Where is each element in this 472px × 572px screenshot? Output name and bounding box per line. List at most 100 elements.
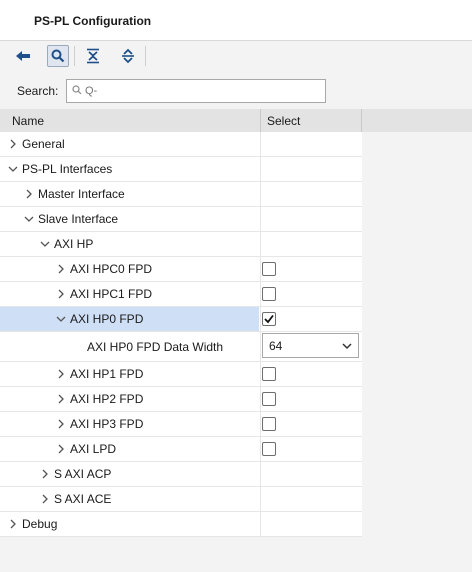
name-cell[interactable]: S AXI ACP xyxy=(0,462,259,486)
chevron-right-icon[interactable] xyxy=(24,189,34,199)
title-bar: PS-PL Configuration xyxy=(0,0,472,41)
name-cell[interactable]: S AXI ACE xyxy=(0,487,259,511)
name-cell[interactable]: Slave Interface xyxy=(0,207,259,231)
config-table: Name Select General PS-PL Interfaces Maste… xyxy=(0,109,472,572)
chevron-right-icon[interactable] xyxy=(56,289,66,299)
column-divider[interactable] xyxy=(361,109,362,132)
checkmark-icon xyxy=(264,314,274,324)
table-row[interactable]: AXI HPC0 FPD xyxy=(0,257,362,282)
toolbar xyxy=(0,41,472,73)
search-label: Search: xyxy=(17,84,59,98)
chevron-down-icon[interactable] xyxy=(56,314,66,324)
chevron-right-icon[interactable] xyxy=(56,419,66,429)
row-label: AXI HP0 FPD Data Width xyxy=(87,340,224,354)
name-cell[interactable]: PS-PL Interfaces xyxy=(0,157,259,181)
select-cell xyxy=(260,232,363,256)
table-row[interactable]: S AXI ACE xyxy=(0,487,362,512)
select-checkbox[interactable] xyxy=(262,417,276,431)
name-cell[interactable]: Master Interface xyxy=(0,182,259,206)
table-row[interactable]: S AXI ACP xyxy=(0,462,362,487)
chevron-right-icon[interactable] xyxy=(8,139,18,149)
back-arrow-icon[interactable] xyxy=(12,45,34,67)
chevron-right-icon[interactable] xyxy=(56,369,66,379)
table-row[interactable]: Slave Interface xyxy=(0,207,362,232)
collapse-all-icon[interactable] xyxy=(82,45,104,67)
search-field-icon xyxy=(72,85,82,95)
select-checkbox[interactable] xyxy=(262,392,276,406)
name-cell[interactable]: AXI HPC0 FPD xyxy=(0,257,259,281)
name-cell[interactable]: General xyxy=(0,132,259,156)
table-row[interactable]: Debug xyxy=(0,512,362,537)
expand-all-icon[interactable] xyxy=(117,45,139,67)
table-row[interactable]: PS-PL Interfaces xyxy=(0,157,362,182)
table-row[interactable]: Master Interface xyxy=(0,182,362,207)
row-label: AXI HP xyxy=(54,237,94,251)
chevron-right-icon[interactable] xyxy=(40,494,50,504)
select-checkbox[interactable] xyxy=(262,367,276,381)
row-label: AXI HP1 FPD xyxy=(70,367,144,381)
table-header: Name Select xyxy=(0,109,472,132)
name-cell[interactable]: AXI LPD xyxy=(0,437,259,461)
column-divider[interactable] xyxy=(260,109,261,132)
data-width-dropdown[interactable]: 64 xyxy=(262,333,359,358)
page-title: PS-PL Configuration xyxy=(34,14,152,28)
select-cell xyxy=(260,157,363,181)
chevron-right-icon[interactable] xyxy=(56,264,66,274)
select-cell xyxy=(260,512,363,536)
select-checkbox[interactable] xyxy=(262,442,276,456)
row-label: AXI LPD xyxy=(70,442,117,456)
row-label: AXI HP0 FPD xyxy=(70,312,144,326)
name-cell[interactable]: AXI HP0 FPD Data Width xyxy=(0,332,259,361)
table-row[interactable]: AXI HP3 FPD xyxy=(0,412,362,437)
search-input[interactable] xyxy=(85,82,315,100)
name-cell[interactable]: AXI HP0 FPD xyxy=(0,307,259,331)
select-cell xyxy=(260,462,363,486)
table-row[interactable]: AXI HP0 FPD Data Width 64 xyxy=(0,332,362,362)
row-label: AXI HPC0 FPD xyxy=(70,262,153,276)
search-field[interactable] xyxy=(66,79,326,103)
name-cell[interactable]: AXI HP xyxy=(0,232,259,256)
row-label: S AXI ACE xyxy=(54,492,112,506)
row-label: AXI HPC1 FPD xyxy=(70,287,153,301)
dropdown-value: 64 xyxy=(269,339,283,353)
name-cell[interactable]: AXI HP3 FPD xyxy=(0,412,259,436)
table-row[interactable]: AXI HP0 FPD xyxy=(0,307,362,332)
chevron-right-icon[interactable] xyxy=(40,469,50,479)
toolbar-separator xyxy=(145,46,146,66)
table-row[interactable]: AXI LPD xyxy=(0,437,362,462)
row-label: Master Interface xyxy=(38,187,125,201)
table-row[interactable]: General xyxy=(0,132,362,157)
search-row: Search: xyxy=(0,76,472,106)
row-label: S AXI ACP xyxy=(54,467,112,481)
select-checkbox[interactable] xyxy=(262,287,276,301)
row-label: AXI HP2 FPD xyxy=(70,392,144,406)
row-label: Debug xyxy=(22,517,58,531)
name-cell[interactable]: AXI HP2 FPD xyxy=(0,387,259,411)
row-label: General xyxy=(22,137,65,151)
chevron-right-icon[interactable] xyxy=(8,519,18,529)
search-icon[interactable] xyxy=(47,45,69,67)
name-cell[interactable]: AXI HPC1 FPD xyxy=(0,282,259,306)
table-row[interactable]: AXI HP1 FPD xyxy=(0,362,362,387)
chevron-down-icon xyxy=(342,343,352,350)
chevron-down-icon[interactable] xyxy=(24,214,34,224)
chevron-right-icon[interactable] xyxy=(56,394,66,404)
table-row[interactable]: AXI HP xyxy=(0,232,362,257)
table-body: General PS-PL Interfaces Master Interface S… xyxy=(0,132,362,537)
name-cell[interactable]: AXI HP1 FPD xyxy=(0,362,259,386)
chevron-down-icon[interactable] xyxy=(40,239,50,249)
select-checkbox[interactable] xyxy=(262,312,276,326)
column-header-select[interactable]: Select xyxy=(267,114,300,128)
table-row[interactable]: AXI HP2 FPD xyxy=(0,387,362,412)
row-label: AXI HP3 FPD xyxy=(70,417,144,431)
column-header-name[interactable]: Name xyxy=(12,114,44,128)
table-row[interactable]: AXI HPC1 FPD xyxy=(0,282,362,307)
chevron-right-icon[interactable] xyxy=(56,444,66,454)
select-checkbox[interactable] xyxy=(262,262,276,276)
row-label: PS-PL Interfaces xyxy=(22,162,113,176)
chevron-down-icon[interactable] xyxy=(8,164,18,174)
name-cell[interactable]: Debug xyxy=(0,512,259,536)
select-cell xyxy=(260,487,363,511)
row-label: Slave Interface xyxy=(38,212,119,226)
select-cell xyxy=(260,207,363,231)
